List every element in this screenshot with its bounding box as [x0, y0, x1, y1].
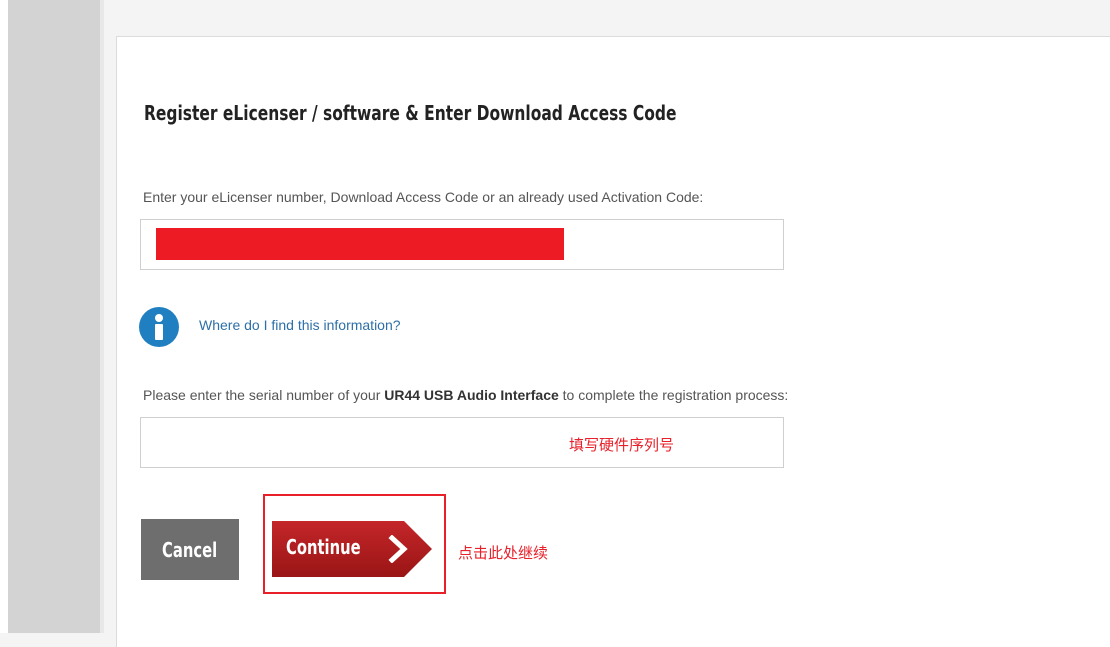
- left-rail-edge: [100, 0, 104, 633]
- continue-button-label: Continue: [286, 535, 361, 559]
- chevron-right-icon: [388, 535, 408, 563]
- serial-label-suffix: to complete the registration process:: [558, 387, 789, 403]
- left-gray-rail: [8, 0, 101, 633]
- serial-label-prefix: Please enter the serial number of your: [143, 387, 385, 403]
- continue-annotation: 点击此处继续: [458, 545, 549, 562]
- where-to-find-info-link[interactable]: Where do I find this information?: [199, 317, 401, 333]
- code-field-label: Enter your eLicenser number, Download Ac…: [143, 189, 704, 205]
- page-title: Register eLicenser / software & Enter Do…: [144, 101, 677, 125]
- cancel-button-label: Cancel: [162, 537, 218, 562]
- serial-field-label: Please enter the serial number of your U…: [143, 387, 788, 403]
- cancel-button[interactable]: Cancel: [141, 519, 239, 580]
- serial-annotation: 填写硬件序列号: [569, 437, 675, 454]
- left-white-strip: [0, 0, 8, 633]
- serial-label-product: UR44 USB Audio Interface: [384, 387, 559, 403]
- redacted-code-block: [156, 228, 564, 260]
- info-icon[interactable]: [139, 307, 179, 347]
- access-code-input[interactable]: [140, 219, 784, 270]
- continue-button[interactable]: Continue: [272, 521, 432, 577]
- serial-number-input[interactable]: 填写硬件序列号: [140, 417, 784, 468]
